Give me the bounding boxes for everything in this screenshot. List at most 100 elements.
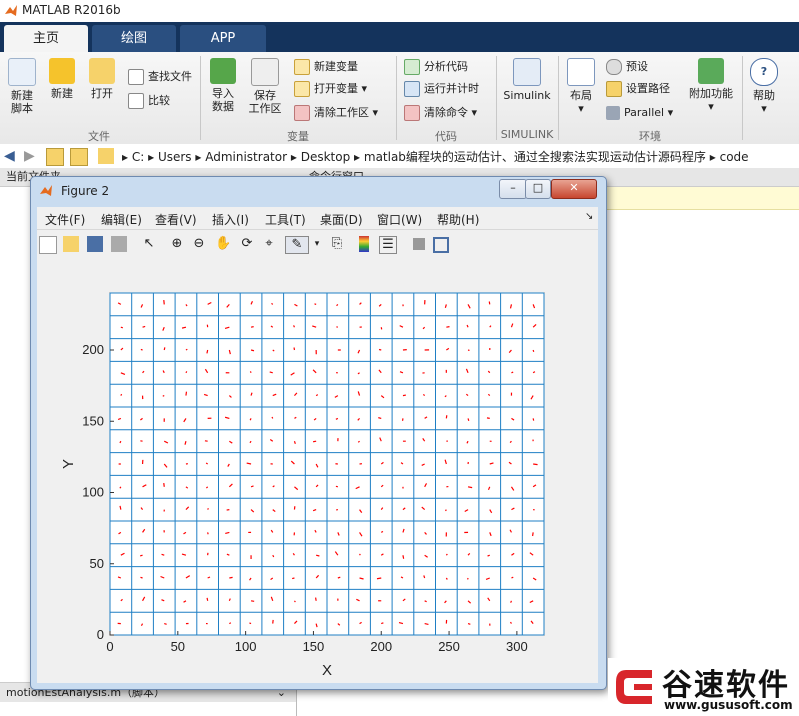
motion-vector-plot: 0 50 100 150 200 250 300 0 50 100 150 200 X Y <box>60 292 545 679</box>
matlab-logo-icon <box>5 5 17 16</box>
legend-icon[interactable]: ☰ <box>379 236 397 254</box>
menu-file[interactable]: 文件(F) <box>45 211 85 228</box>
browse-folder-icon[interactable] <box>70 148 88 166</box>
addons-button[interactable]: 附加功能 ▾ <box>686 58 736 113</box>
open-variable-button[interactable]: 打开变量 ▾ <box>294 80 367 98</box>
print-icon[interactable] <box>111 236 127 252</box>
crumb-drive[interactable]: C: <box>132 150 144 164</box>
new-button[interactable]: 新建 <box>44 58 80 100</box>
parallel-button[interactable]: Parallel ▾ <box>606 104 673 122</box>
motion-vector <box>162 395 165 397</box>
open-file-icon[interactable] <box>63 236 79 252</box>
compare-button[interactable]: 比较 <box>128 92 170 110</box>
menu-edit[interactable]: 编辑(E) <box>101 211 142 228</box>
y-tick-label: 200 <box>82 342 104 357</box>
motion-vector <box>185 348 188 351</box>
group-code-label: 代码 <box>435 130 457 143</box>
help-button[interactable]: ? 帮助 ▾ <box>748 58 780 115</box>
zoom-in-icon[interactable]: ⊕ <box>169 236 185 252</box>
menu-desktop[interactable]: 桌面(D) <box>320 211 363 228</box>
data-cursor-icon[interactable]: ⌖ <box>261 236 277 252</box>
y-axis-label: Y <box>60 459 77 469</box>
addons-cubes-icon <box>698 58 724 84</box>
motion-vector <box>207 508 209 510</box>
maximize-button[interactable]: □ <box>525 179 551 199</box>
crumb-separator: ▸ <box>122 150 132 164</box>
motion-vector <box>249 371 252 374</box>
menu-insert[interactable]: 插入(I) <box>212 211 249 228</box>
new-variable-button[interactable]: 新建变量 <box>294 58 358 76</box>
motion-vector <box>359 553 361 556</box>
save-icon[interactable] <box>87 236 103 252</box>
open-button[interactable]: 打开 <box>84 58 120 100</box>
group-variable-label: 变量 <box>287 130 309 143</box>
import-data-button[interactable]: 导入 数据 <box>206 58 240 113</box>
clear-commands-button[interactable]: 清除命令 ▾ <box>404 104 477 122</box>
chevron-down-icon[interactable]: ▾ <box>309 236 325 252</box>
run-and-time-button[interactable]: 运行并计时 <box>404 80 479 98</box>
motion-vector <box>229 622 232 625</box>
motion-vector <box>423 575 426 579</box>
menu-window[interactable]: 窗口(W) <box>377 211 422 228</box>
link-plot-icon[interactable]: ⎘ <box>329 236 345 252</box>
tab-home[interactable]: 主页 <box>4 25 88 52</box>
motion-vector <box>249 622 252 625</box>
close-button[interactable]: ✕ <box>551 179 597 199</box>
layout-button[interactable]: 布局 ▾ <box>564 58 598 115</box>
motion-vector <box>229 576 233 579</box>
crumb-code[interactable]: code <box>720 150 749 164</box>
rotate-3d-icon[interactable]: ⟳ <box>239 236 255 252</box>
new-script-button[interactable]: 新建 脚本 <box>4 58 40 115</box>
pan-hand-icon[interactable]: ✋ <box>215 236 231 252</box>
motion-vector <box>139 554 143 557</box>
crumb-project[interactable]: matlab编程块的运动估计、通过全搜索法实现运动估计源码程序 <box>364 150 706 164</box>
motion-vector <box>315 394 319 397</box>
motion-vector <box>271 302 274 305</box>
figure-toolbar: ↖ ⊕ ⊖ ✋ ⟳ ⌖ ✎ ▾ ⎘ ☰ <box>37 229 598 260</box>
motion-vector <box>315 597 317 601</box>
crumb-desktop[interactable]: Desktop <box>301 150 351 164</box>
motion-vector <box>381 622 384 625</box>
new-variable-icon <box>294 59 310 75</box>
show-plot-tools-icon[interactable] <box>433 237 449 253</box>
find-files-button[interactable]: 查找文件 <box>128 68 192 86</box>
brush-icon[interactable]: ✎ <box>285 236 309 254</box>
save-workspace-button[interactable]: 保存 工作区 <box>246 58 284 115</box>
menu-dock-icon[interactable]: ↘ <box>585 211 593 222</box>
up-folder-icon[interactable] <box>46 148 64 166</box>
back-arrow-icon[interactable]: ◀ <box>4 148 20 164</box>
motion-vector <box>293 441 296 444</box>
motion-vector <box>120 393 123 396</box>
hide-plot-tools-icon[interactable] <box>413 238 425 250</box>
motion-vector <box>533 463 538 466</box>
set-path-button[interactable]: 设置路径 <box>606 80 670 98</box>
crumb-users[interactable]: Users <box>158 150 192 164</box>
pointer-icon[interactable]: ↖ <box>141 236 157 252</box>
simulink-button[interactable]: Simulink <box>500 58 554 102</box>
zoom-out-icon[interactable]: ⊖ <box>191 236 207 252</box>
preferences-button[interactable]: 预设 <box>606 58 648 76</box>
motion-vector <box>357 440 360 443</box>
motion-vector <box>532 349 535 352</box>
analyze-code-icon <box>404 59 420 75</box>
crumb-separator: ▸ <box>709 150 720 164</box>
new-figure-icon[interactable] <box>39 236 57 254</box>
colorbar-icon[interactable] <box>359 236 369 252</box>
motion-vector <box>380 530 384 533</box>
clear-workspace-button[interactable]: 清除工作区 ▾ <box>294 104 378 122</box>
ribbon: 新建 脚本 新建 打开 查找文件 比较 文件 导入 数据 保存 工作区 新建变量… <box>0 52 799 145</box>
crumb-separator: ▸ <box>195 150 206 164</box>
menu-help[interactable]: 帮助(H) <box>437 211 479 228</box>
menu-view[interactable]: 查看(V) <box>155 211 197 228</box>
motion-vector <box>510 600 513 603</box>
tab-plots[interactable]: 绘图 <box>92 25 176 52</box>
crumb-administrator[interactable]: Administrator <box>205 150 287 164</box>
motion-vector <box>378 417 382 419</box>
motion-vector <box>467 623 471 625</box>
figure-canvas: 0 50 100 150 200 250 300 0 50 100 150 200 X Y <box>37 259 598 683</box>
minimize-button[interactable]: – <box>499 179 527 199</box>
analyze-code-button[interactable]: 分析代码 <box>404 58 468 76</box>
forward-arrow-icon[interactable]: ▶ <box>24 148 40 164</box>
tab-apps[interactable]: APP <box>180 25 266 52</box>
menu-tools[interactable]: 工具(T) <box>265 211 306 228</box>
